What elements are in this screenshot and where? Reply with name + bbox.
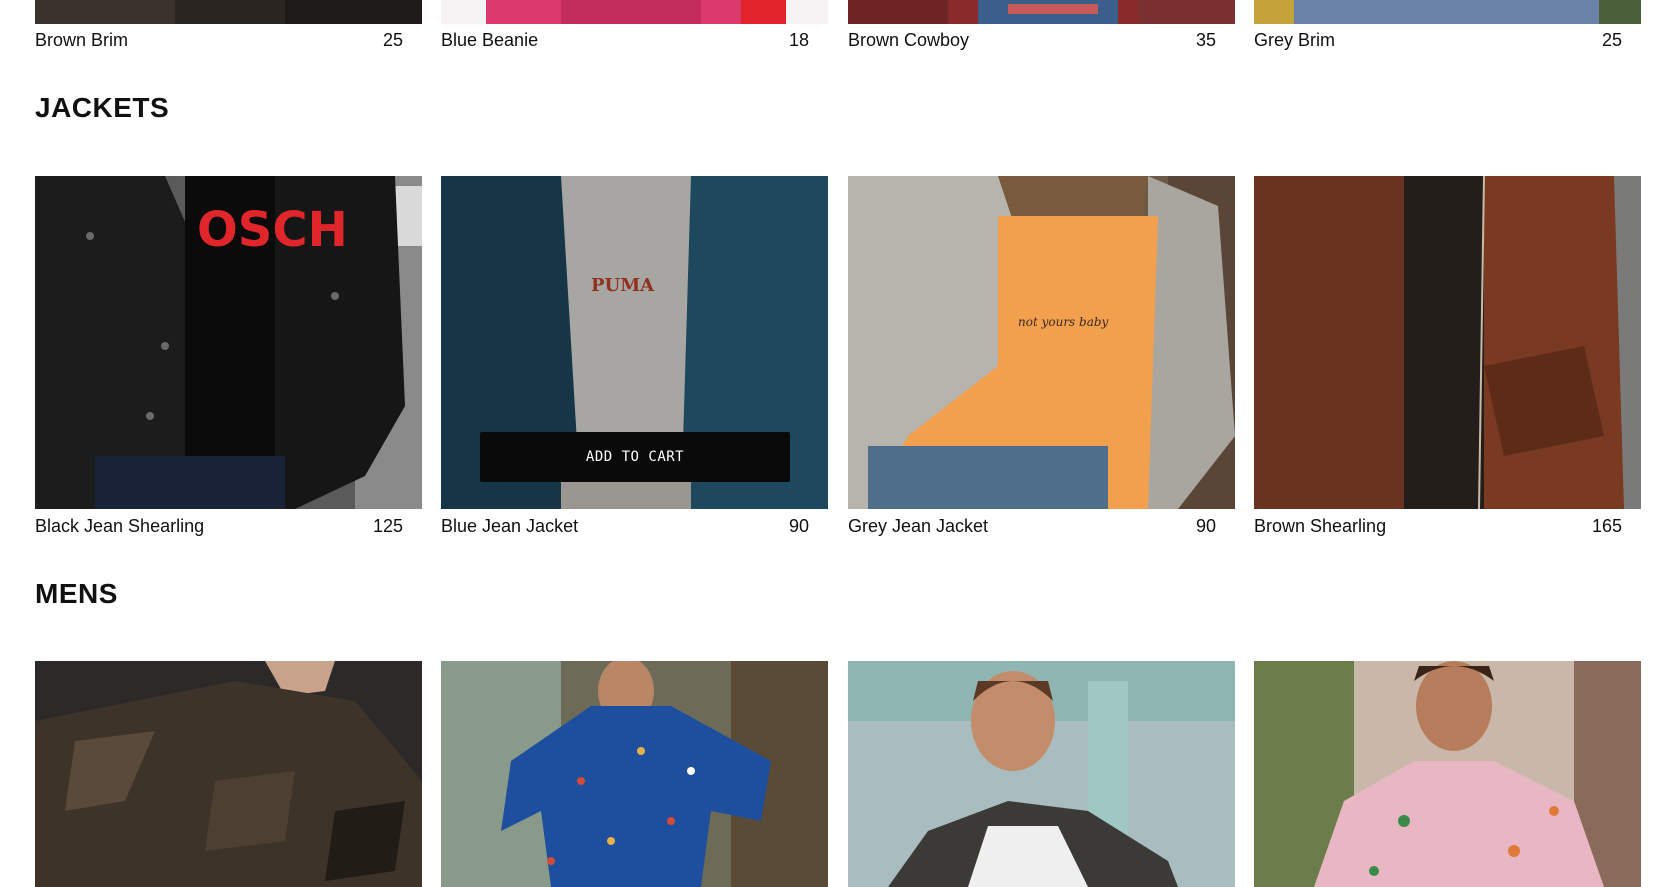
product-price: 25 (1601, 30, 1622, 50)
shop-page: Brown Brim 25 Blue Beanie 18 Brown Cowbo… (0, 0, 1678, 887)
product-image-brown-cowboy[interactable] (848, 0, 1235, 24)
product-price: 35 (1195, 30, 1216, 50)
product-name: Blue Jean Jacket (441, 516, 579, 536)
product-price: 18 (788, 30, 809, 50)
product-name: Black Jean Shearling (35, 516, 205, 536)
product-image-grey-jean-jacket[interactable]: not yours baby (848, 176, 1235, 509)
product-price: 25 (382, 30, 403, 50)
product-caption: Grey Jean Jacket 90 (848, 514, 1235, 538)
product-name: Blue Beanie (441, 30, 539, 50)
product-name: Brown Shearling (1254, 516, 1387, 536)
product-name: Grey Brim (1254, 30, 1335, 50)
product-image-black-jean-shearling[interactable]: OSCH (35, 176, 422, 509)
product-image-mens-4[interactable] (1254, 661, 1641, 887)
product-image-brown-brim[interactable] (35, 0, 422, 24)
section-title-mens[interactable]: MENS (35, 578, 118, 610)
product-price: 90 (1195, 516, 1216, 536)
product-name: Grey Jean Jacket (848, 516, 989, 536)
product-image-mens-3[interactable] (848, 661, 1235, 887)
product-caption: Brown Cowboy 35 (848, 28, 1235, 52)
product-caption: Grey Brim 25 (1254, 28, 1641, 52)
product-image-blue-jean-jacket[interactable]: PUMA ADD TO CART (441, 176, 828, 509)
shirt-print-text: OSCH (197, 202, 348, 258)
product-caption: Black Jean Shearling 125 (35, 514, 422, 538)
product-image-blue-beanie[interactable] (441, 0, 828, 24)
product-image-mens-2[interactable] (441, 661, 828, 887)
product-price: 90 (788, 516, 809, 536)
product-image-mens-1[interactable] (35, 661, 422, 887)
product-image-brown-shearling[interactable] (1254, 176, 1641, 509)
product-price: 125 (372, 516, 403, 536)
product-caption: Blue Jean Jacket 90 (441, 514, 828, 538)
shirt-print-text: not yours baby (1018, 315, 1109, 329)
product-price: 165 (1591, 516, 1622, 536)
product-caption: Brown Shearling 165 (1254, 514, 1641, 538)
product-name: Brown Brim (35, 30, 129, 50)
section-title-jackets[interactable]: JACKETS (35, 92, 169, 124)
product-caption: Brown Brim 25 (35, 28, 422, 52)
add-to-cart-button[interactable]: ADD TO CART (480, 432, 790, 482)
product-caption: Blue Beanie 18 (441, 28, 828, 52)
product-name: Brown Cowboy (848, 30, 970, 50)
product-image-grey-brim[interactable] (1254, 0, 1641, 24)
